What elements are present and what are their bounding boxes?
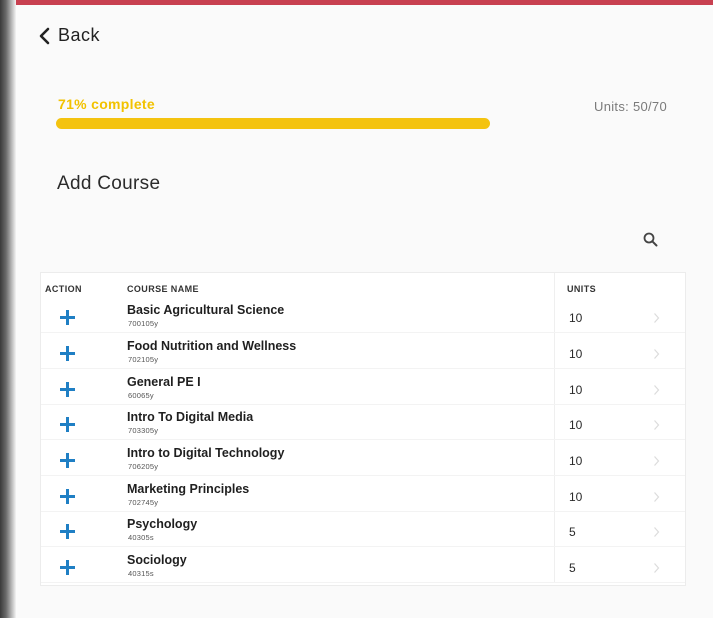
back-label: Back	[58, 25, 101, 45]
course-units: 10	[569, 418, 583, 432]
chevron-right-icon[interactable]	[653, 562, 660, 574]
chevron-right-icon[interactable]	[653, 348, 660, 360]
table-header: ACTION COURSE NAME UNITS	[41, 273, 685, 295]
plus-icon[interactable]	[58, 344, 77, 363]
course-units: 10	[569, 490, 583, 504]
course-code: 40305s	[128, 533, 154, 542]
plus-icon[interactable]	[58, 487, 77, 506]
course-name: Food Nutrition and Wellness	[127, 339, 297, 353]
plus-icon[interactable]	[58, 415, 77, 434]
table-row[interactable]: General PE I 60065y 10	[41, 369, 685, 405]
progress-bar-fill	[56, 118, 490, 129]
course-name: Psychology	[127, 517, 198, 531]
chevron-right-icon[interactable]	[653, 419, 660, 431]
course-units: 10	[569, 454, 583, 468]
course-name: Marketing Principles	[127, 482, 250, 496]
units-summary: Units: 50/70	[594, 99, 667, 114]
course-code: 706205y	[128, 462, 159, 471]
course-units: 10	[569, 383, 583, 397]
course-name: Basic Agricultural Science	[127, 303, 285, 317]
back-button[interactable]: Back	[38, 25, 100, 46]
chevron-right-icon[interactable]	[653, 491, 660, 503]
table-row[interactable]: Psychology 40305s 5	[41, 511, 685, 547]
app-screen: Back 71% complete Units: 50/70 Add Cours…	[16, 5, 713, 618]
table-row[interactable]: Marketing Principles 702745y 10	[41, 476, 685, 512]
table-row[interactable]: Intro To Digital Media 703305y 10	[41, 404, 685, 440]
course-units: 5	[569, 525, 576, 539]
plus-icon[interactable]	[58, 380, 77, 399]
chevron-right-icon[interactable]	[653, 455, 660, 467]
header-units: UNITS	[567, 284, 596, 294]
course-code: 702745y	[128, 498, 159, 507]
course-code: 702105y	[128, 355, 159, 364]
plus-icon[interactable]	[58, 308, 77, 327]
course-name: Intro to Digital Technology	[127, 446, 285, 460]
progress-bar	[56, 118, 490, 129]
chevron-left-icon	[39, 27, 50, 44]
course-code: 700105y	[128, 319, 159, 328]
course-units: 10	[569, 347, 583, 361]
device-edge	[0, 0, 16, 618]
chevron-right-icon[interactable]	[653, 526, 660, 538]
course-name: Sociology	[127, 553, 187, 567]
table-row[interactable]: Intro to Digital Technology 706205y 10	[41, 440, 685, 476]
header-action: ACTION	[45, 284, 82, 294]
course-code: 60065y	[128, 391, 154, 400]
course-code: 40315s	[128, 569, 154, 578]
chevron-right-icon[interactable]	[653, 384, 660, 396]
plus-icon[interactable]	[58, 451, 77, 470]
page-title: Add Course	[57, 173, 161, 194]
progress-label: 71% complete	[58, 96, 155, 112]
course-table: ACTION COURSE NAME UNITS Basic Agricultu…	[40, 272, 686, 586]
plus-icon[interactable]	[58, 522, 77, 541]
header-course-name: COURSE NAME	[127, 284, 199, 294]
course-code: 703305y	[128, 426, 159, 435]
course-name: Intro To Digital Media	[127, 410, 254, 424]
table-row[interactable]: Basic Agricultural Science 700105y 10	[41, 297, 685, 333]
course-units: 10	[569, 311, 583, 325]
plus-icon[interactable]	[58, 558, 77, 577]
table-row[interactable]: Food Nutrition and Wellness 702105y 10	[41, 333, 685, 369]
device-frame: Back 71% complete Units: 50/70 Add Cours…	[0, 0, 713, 618]
course-units: 5	[569, 561, 576, 575]
search-icon[interactable]	[641, 230, 661, 250]
table-row[interactable]: Sociology 40315s 5	[41, 547, 685, 583]
chevron-right-icon[interactable]	[653, 312, 660, 324]
course-name: General PE I	[127, 375, 201, 389]
